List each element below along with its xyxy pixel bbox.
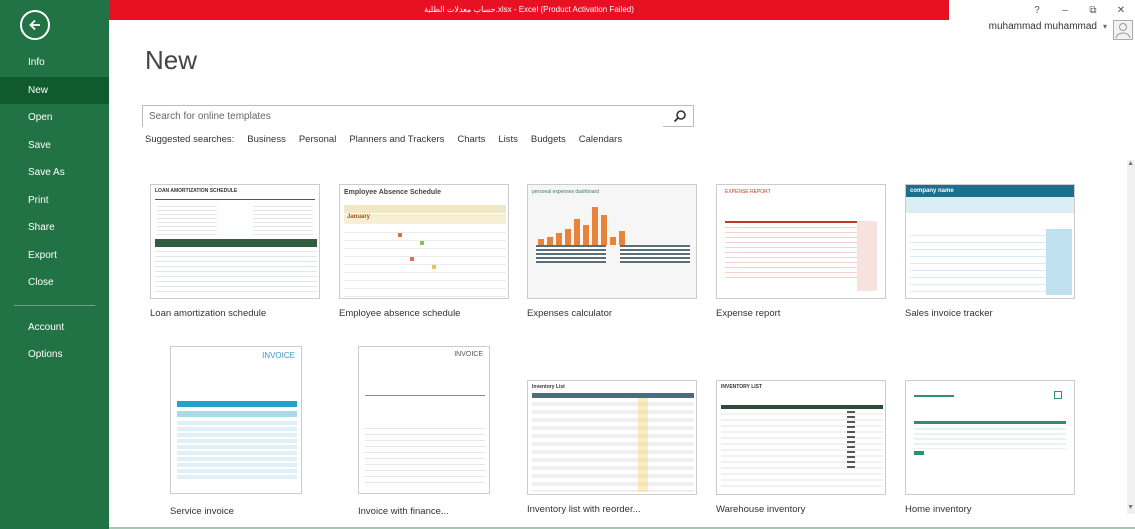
template-thumbnail: INVENTORY LIST <box>716 380 886 495</box>
thumb-title: personal expenses dashboard <box>532 189 599 195</box>
template-label: Expenses calculator <box>527 308 613 319</box>
thumb-title: INVOICE <box>454 351 483 358</box>
user-account[interactable]: muhammad muhammad ▾ <box>989 21 1107 32</box>
nav-divider <box>14 304 95 306</box>
vertical-scrollbar[interactable] <box>1127 160 1135 514</box>
user-name: muhammad muhammad <box>988 21 1097 32</box>
template-sales-invoice-tracker[interactable]: company name Sales invoice tracker <box>905 184 1075 319</box>
template-expense-report[interactable]: EXPENSE REPORT Expense report <box>716 184 886 319</box>
suggested-business[interactable]: Business <box>247 134 286 145</box>
help-button[interactable]: ? <box>1023 5 1051 16</box>
nav-item-save-as[interactable]: Save As <box>0 159 109 187</box>
suggested-planners[interactable]: Planners and Trackers <box>349 134 444 145</box>
search-icon[interactable] <box>673 109 687 123</box>
excel-backstage: Info New Open Save Save As Print Share E… <box>0 0 1135 529</box>
nav-item-info[interactable]: Info <box>0 49 109 77</box>
template-label: Service invoice <box>170 506 234 517</box>
scroll-up-icon[interactable]: ▲ <box>1127 160 1134 167</box>
template-warehouse-inventory[interactable]: INVENTORY LIST Warehouse inventory <box>716 380 886 515</box>
user-icon <box>1115 23 1131 39</box>
nav-item-new[interactable]: New <box>0 76 109 104</box>
nav-item-share[interactable]: Share <box>0 214 109 242</box>
nav-item-save[interactable]: Save <box>0 132 109 160</box>
template-thumbnail: personal expenses dashboard <box>527 184 697 299</box>
window-controls: ? – ⧉ ✕ <box>1023 0 1135 20</box>
template-thumbnail: Inventory List <box>527 380 697 495</box>
template-thumbnail: EXPENSE REPORT <box>716 184 886 299</box>
template-label: Home inventory <box>905 504 972 515</box>
suggested-personal[interactable]: Personal <box>299 134 337 145</box>
nav-item-close[interactable]: Close <box>0 269 109 297</box>
template-label: Inventory list with reorder... <box>527 504 641 515</box>
template-expenses-calculator[interactable]: personal expenses dashboard Expenses cal… <box>527 184 697 319</box>
chevron-down-icon: ▾ <box>1102 22 1107 31</box>
suggested-label: Suggested searches: <box>145 134 235 145</box>
thumb-title: INVOICE <box>262 351 295 360</box>
template-loan-amortization[interactable]: LOAN AMORTIZATION SCHEDULE Loan amortiza… <box>150 184 320 319</box>
avatar[interactable] <box>1113 20 1133 40</box>
template-label: Sales invoice tracker <box>905 308 993 319</box>
thumb-title: INVENTORY LIST <box>721 384 763 390</box>
scroll-down-icon[interactable]: ▼ <box>1127 504 1134 511</box>
template-thumbnail: INVOICE <box>358 346 490 494</box>
nav-item-open[interactable]: Open <box>0 104 109 132</box>
suggested-charts[interactable]: Charts <box>457 134 485 145</box>
template-home-inventory[interactable]: Home inventory <box>905 380 1075 515</box>
template-invoice-finance[interactable]: INVOICE Invoice with finance... <box>358 346 528 517</box>
template-employee-absence[interactable]: Employee Absence Schedule January Employ… <box>339 184 509 319</box>
template-thumbnail: INVOICE <box>170 346 302 494</box>
thumb-title: Employee Absence Schedule <box>344 189 441 196</box>
page-title: New <box>145 45 198 75</box>
suggested-searches: Suggested searches: Business Personal Pl… <box>145 134 622 145</box>
suggested-lists[interactable]: Lists <box>498 134 518 145</box>
template-label: Invoice with finance... <box>358 506 449 517</box>
restore-button[interactable]: ⧉ <box>1079 5 1107 16</box>
template-thumbnail: Employee Absence Schedule January <box>339 184 509 299</box>
back-arrow-icon <box>29 19 40 31</box>
template-thumbnail: company name <box>905 184 1075 299</box>
template-service-invoice[interactable]: INVOICE Service invoice <box>170 346 340 517</box>
template-thumbnail <box>905 380 1075 495</box>
suggested-budgets[interactable]: Budgets <box>531 134 566 145</box>
nav-item-options[interactable]: Options <box>0 341 109 369</box>
template-search[interactable] <box>142 105 694 127</box>
nav-item-account[interactable]: Account <box>0 314 109 342</box>
thumb-title: Inventory List <box>532 384 565 390</box>
thumb-title: LOAN AMORTIZATION SCHEDULE <box>155 188 238 194</box>
nav-item-print[interactable]: Print <box>0 187 109 215</box>
template-thumbnail: LOAN AMORTIZATION SCHEDULE <box>150 184 320 299</box>
template-label: Employee absence schedule <box>339 308 461 319</box>
template-label: Expense report <box>716 308 781 319</box>
minimize-button[interactable]: – <box>1051 5 1079 16</box>
close-button[interactable]: ✕ <box>1107 5 1135 16</box>
window-title: حساب معدلات الطلبة.xlsx - Excel (Product… <box>109 0 949 20</box>
template-label: Loan amortization schedule <box>150 308 267 319</box>
backstage-nav: Info New Open Save Save As Print Share E… <box>0 49 109 369</box>
template-label: Warehouse inventory <box>716 504 806 515</box>
suggested-calendars[interactable]: Calendars <box>579 134 622 145</box>
search-input[interactable] <box>143 106 663 127</box>
thumb-title: EXPENSE REPORT <box>725 189 771 195</box>
thumb-title: company name <box>906 185 1074 197</box>
thumb-month: January <box>344 214 506 224</box>
back-button[interactable] <box>20 10 50 40</box>
nav-item-export[interactable]: Export <box>0 242 109 270</box>
template-inventory-list[interactable]: Inventory List Inventory list with reord… <box>527 380 697 515</box>
backstage-sidebar: Info New Open Save Save As Print Share E… <box>0 0 109 529</box>
